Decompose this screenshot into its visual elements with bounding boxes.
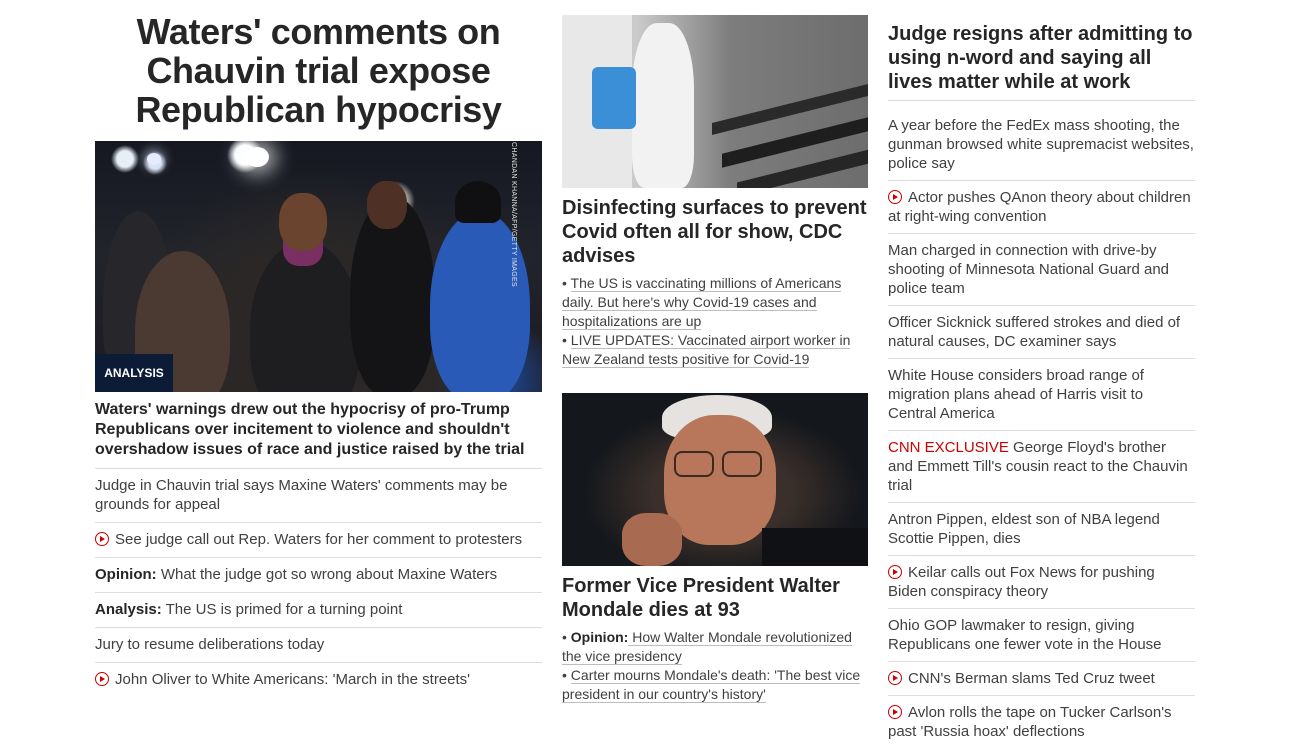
item-text: Antron Pippen, eldest son of NBA legend … — [888, 511, 1160, 547]
item-prefix: Opinion: — [95, 566, 157, 583]
item-text: A year before the FedEx mass shooting, t… — [888, 117, 1194, 172]
play-video-icon — [888, 565, 902, 579]
exclusive-label: CNN EXCLUSIVE — [888, 439, 1009, 456]
lead-headline[interactable]: Waters' comments on Chauvin trial expose… — [95, 12, 542, 141]
lead-story-column: Waters' comments on Chauvin trial expose… — [95, 12, 542, 697]
top-headline[interactable]: Judge resigns after admitting to using n… — [888, 22, 1195, 101]
play-video-icon — [888, 190, 902, 204]
list-item[interactable]: Ohio GOP lawmaker to resign, giving Repu… — [888, 609, 1195, 662]
photo-hand — [622, 513, 682, 566]
story-title-covid[interactable]: Disinfecting surfaces to prevent Covid o… — [562, 196, 868, 268]
bullet-link[interactable]: • LIVE UPDATES: Vaccinated airport worke… — [562, 331, 868, 369]
story-bullets: • Opinion: How Walter Mondale revolution… — [562, 628, 868, 704]
photo-light — [245, 147, 269, 167]
play-video-icon — [888, 705, 902, 719]
photo-face — [279, 193, 327, 251]
lead-dek-link[interactable]: Waters' warnings drew out the hypocrisy … — [95, 400, 542, 469]
bullet-text: Carter mourns Mondale's death: 'The best… — [562, 667, 861, 703]
item-text: What the judge got so wrong about Maxine… — [156, 566, 498, 583]
item-text: White House considers broad range of mig… — [888, 367, 1144, 422]
list-item[interactable]: Antron Pippen, eldest son of NBA legend … — [888, 503, 1195, 556]
item-text: The US is primed for a turning point — [161, 601, 403, 618]
photo-glasses — [674, 451, 714, 477]
lead-photo[interactable]: CHANDAN KHANNA/AFP/GETTY IMAGES ANALYSIS — [95, 141, 542, 392]
list-item[interactable]: White House considers broad range of mig… — [888, 359, 1195, 431]
photo-person — [632, 23, 694, 188]
bullet-link[interactable]: • Carter mourns Mondale's death: 'The be… — [562, 666, 868, 704]
bullet-link[interactable]: • The US is vaccinating millions of Amer… — [562, 274, 868, 331]
analysis-badge: ANALYSIS — [95, 354, 173, 392]
list-item[interactable]: Analysis: The US is primed for a turning… — [95, 593, 542, 628]
list-item[interactable]: Actor pushes QAnon theory about children… — [888, 181, 1195, 234]
play-video-icon — [888, 671, 902, 685]
item-text: Man charged in connection with drive-by … — [888, 242, 1170, 297]
list-item[interactable]: Jury to resume deliberations today — [95, 628, 542, 663]
play-video-icon — [95, 672, 109, 686]
bullet-link[interactable]: • Opinion: How Walter Mondale revolution… — [562, 628, 868, 666]
list-item[interactable]: Keilar calls out Fox News for pushing Bi… — [888, 556, 1195, 609]
bullet-text: LIVE UPDATES: Vaccinated airport worker … — [562, 332, 851, 368]
list-item[interactable]: John Oliver to White Americans: 'March i… — [95, 663, 542, 697]
mondale-photo[interactable] — [562, 393, 868, 566]
story-title-mondale[interactable]: Former Vice President Walter Mondale die… — [562, 574, 868, 622]
headline-list: A year before the FedEx mass shooting, t… — [888, 109, 1195, 748]
photo-credit: CHANDAN KHANNA/AFP/GETTY IMAGES — [510, 142, 518, 287]
item-text: Judge in Chauvin trial says Maxine Water… — [95, 477, 508, 513]
gym-disinfecting-photo[interactable] — [562, 15, 868, 188]
item-text: Ohio GOP lawmaker to resign, giving Repu… — [888, 617, 1162, 653]
photo-glasses — [722, 451, 762, 477]
item-text: See judge call out Rep. Waters for her c… — [115, 531, 523, 548]
story-bullets: • The US is vaccinating millions of Amer… — [562, 274, 868, 369]
photo-face — [664, 415, 776, 545]
list-item[interactable]: Man charged in connection with drive-by … — [888, 234, 1195, 306]
item-text: Officer Sicknick suffered strokes and di… — [888, 314, 1181, 350]
list-item[interactable]: Avlon rolls the tape on Tucker Carlson's… — [888, 696, 1195, 748]
photo-suit — [762, 528, 868, 566]
item-text: Jury to resume deliberations today — [95, 636, 325, 653]
photo-sprayer — [592, 67, 636, 129]
play-video-icon — [95, 532, 109, 546]
list-item[interactable]: See judge call out Rep. Waters for her c… — [95, 523, 542, 558]
list-item[interactable]: Opinion: What the judge got so wrong abo… — [95, 558, 542, 593]
list-item[interactable]: A year before the FedEx mass shooting, t… — [888, 109, 1195, 181]
list-item[interactable]: CNN EXCLUSIVE George Floyd's brother and… — [888, 431, 1195, 503]
item-prefix: Analysis: — [95, 601, 162, 618]
list-item[interactable]: Officer Sicknick suffered strokes and di… — [888, 306, 1195, 359]
item-text: Keilar calls out Fox News for pushing Bi… — [888, 564, 1155, 600]
bullet-prefix: Opinion: — [570, 629, 629, 645]
list-item[interactable]: Judge in Chauvin trial says Maxine Water… — [95, 469, 542, 523]
bullet-text: The US is vaccinating millions of Americ… — [562, 275, 842, 330]
item-text: John Oliver to White Americans: 'March i… — [115, 671, 471, 688]
photo-face — [367, 181, 407, 229]
photo-light — [147, 153, 161, 165]
headlines-column: Judge resigns after admitting to using n… — [888, 22, 1195, 748]
item-text: Avlon rolls the tape on Tucker Carlson's… — [888, 704, 1172, 740]
related-list: Judge in Chauvin trial says Maxine Water… — [95, 469, 542, 697]
item-text: CNN's Berman slams Ted Cruz tweet — [908, 670, 1155, 687]
item-text: Actor pushes QAnon theory about children… — [888, 189, 1191, 225]
middle-column: Disinfecting surfaces to prevent Covid o… — [562, 15, 868, 704]
list-item[interactable]: CNN's Berman slams Ted Cruz tweet — [888, 662, 1195, 696]
photo-hat — [455, 181, 501, 223]
